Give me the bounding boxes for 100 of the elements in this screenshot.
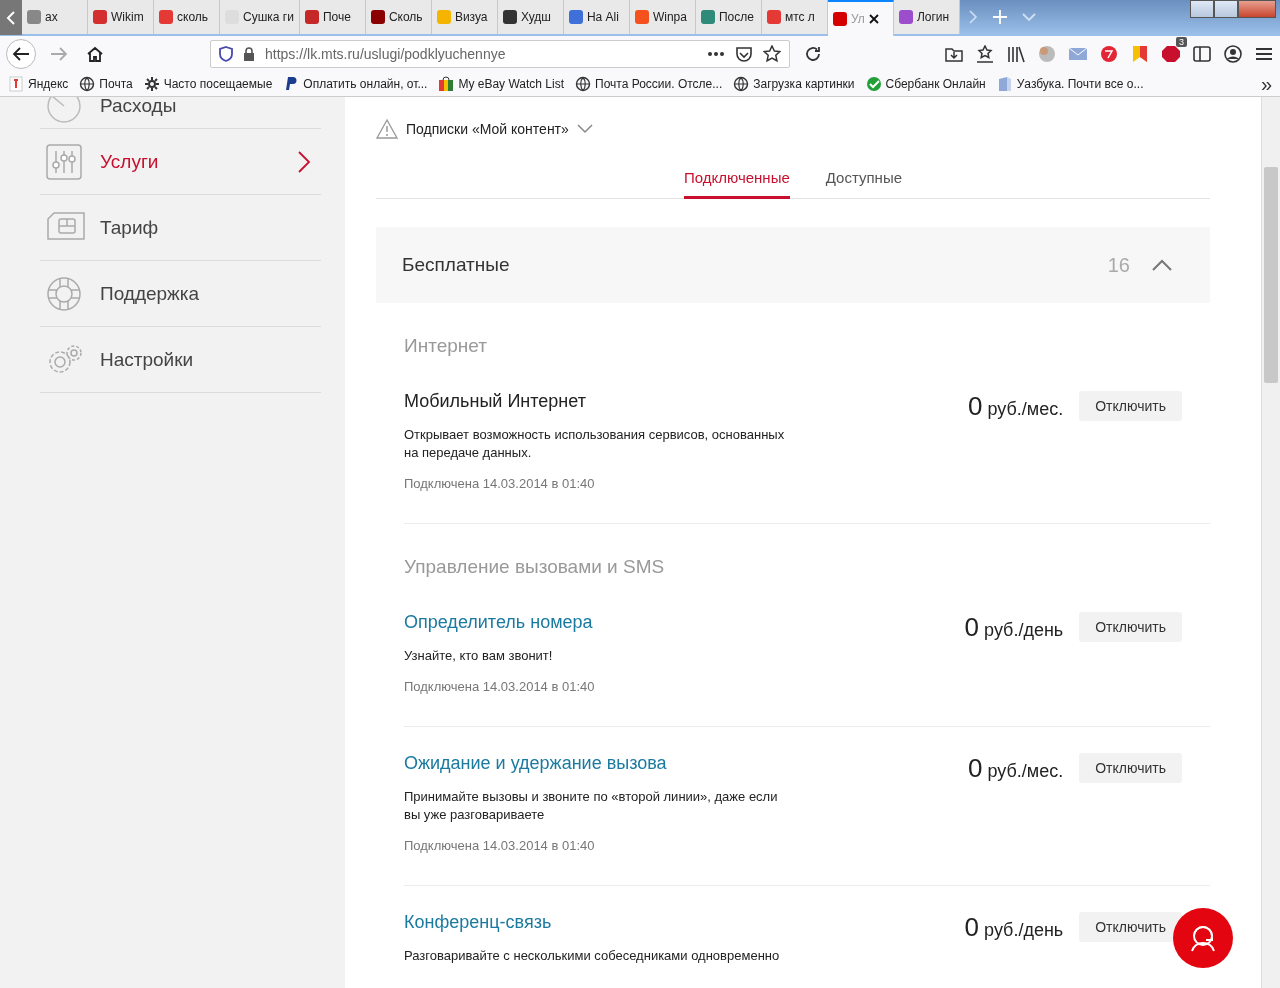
tab[interactable]: Подключенные [683, 169, 790, 199]
service-description: Узнайте, кто вам звонит! [404, 647, 554, 665]
tab-title: Визуа [454, 10, 488, 24]
notification-badge: 3 [1176, 37, 1187, 47]
pocket-icon [735, 46, 753, 62]
shopping-bag-icon [438, 76, 455, 92]
browser-tab[interactable]: Сколь [365, 0, 432, 34]
more-bookmarks-button[interactable]: » [1260, 74, 1272, 94]
tab-title: После [718, 10, 754, 24]
bookmark-link[interactable]: Часто посещаемые [143, 76, 273, 92]
tab-title: На Ali [586, 10, 619, 24]
browser-tab[interactable]: Wikim [88, 0, 154, 34]
bookmark-link[interactable]: Оплатить онлайн, от... [283, 76, 428, 92]
download-folder-icon [944, 45, 964, 63]
price: 0 руб./день [964, 612, 1064, 643]
service-description: Открывает возможность использования сервисов, основанных на передаче данных. [404, 426, 786, 462]
service-link[interactable]: Определитель номера [404, 612, 794, 633]
extension-icon [1099, 45, 1119, 63]
bookmark-link[interactable]: Уазбука. Почти все о... [996, 76, 1144, 92]
tab-title: Сушка ги [243, 10, 294, 24]
chevron-left-icon [6, 10, 16, 25]
bookmark-link[interactable]: Почта [79, 76, 133, 92]
chevron-right-icon [297, 149, 311, 174]
section-header[interactable]: Бесплатные 16 [376, 227, 1210, 303]
disable-button[interactable]: Отключить [1079, 912, 1182, 942]
service-name: Мобильный Интернет [404, 391, 587, 412]
browser-tab[interactable]: После [695, 0, 762, 34]
bookmark-link[interactable]: Сбербанк Онлайн [865, 76, 986, 92]
browser-tab[interactable]: сколь [154, 0, 220, 34]
tab-title: ах [45, 10, 58, 24]
disable-button[interactable]: Отключить [1079, 753, 1182, 783]
tab-title: Поче [322, 10, 351, 24]
tab[interactable]: Доступные [825, 169, 903, 199]
browser-tab[interactable]: Поче [299, 0, 366, 34]
scrollbar-thumb[interactable] [1264, 167, 1278, 383]
sidebar-item[interactable]: Настройки [40, 327, 321, 393]
bookmark-link[interactable]: Загрузка картинки [733, 76, 855, 92]
chevron-down-icon [576, 124, 593, 134]
globe-icon [79, 76, 96, 92]
browser-tab[interactable]: Winpa [629, 0, 696, 34]
service-link[interactable]: Ожидание и удержание вызова [404, 753, 794, 774]
url-text: https://lk.mts.ru/uslugi/podklyuchennye [265, 46, 506, 62]
bookmark-flag-icon [1130, 45, 1150, 63]
close-window-button[interactable] [1238, 0, 1276, 18]
sidebar-item[interactable]: Поддержка [40, 261, 321, 327]
browser-tab[interactable]: Визуа [431, 0, 498, 34]
plus-icon [991, 9, 1008, 25]
tab-title: Ул [850, 12, 865, 26]
sidebar-icon [1192, 45, 1212, 63]
back-button[interactable] [6, 39, 36, 69]
lock-icon [243, 47, 255, 61]
sidebar-item[interactable]: Расходы [40, 97, 321, 129]
globe-icon [1037, 45, 1057, 63]
tab-title: Winpa [652, 10, 687, 24]
home-icon [86, 46, 104, 62]
tab-title: Худш [520, 10, 551, 24]
connection-date: Подключена 14.03.2014 в 01:40 [404, 476, 596, 491]
disable-button[interactable]: Отключить [1079, 391, 1182, 421]
maximize-button[interactable] [1214, 0, 1238, 18]
service-description: Разговаривайте с несколькими собеседниками одновременно [404, 947, 781, 965]
sidebar-item[interactable]: Услуги [40, 129, 321, 195]
document-icon [996, 76, 1013, 92]
browser-tab[interactable]: Логин [893, 0, 960, 34]
scrollbar[interactable] [1261, 97, 1280, 988]
bookmark-link[interactable]: Яндекс [8, 76, 69, 92]
subscriptions-dropdown[interactable]: Подписки «Мой контент» [376, 119, 1210, 139]
service-description: Принимайте вызовы и звоните по «второй линии», даже если вы уже разговариваете [404, 788, 779, 824]
gear-icon [143, 76, 160, 92]
chat-button[interactable] [1173, 908, 1233, 968]
price: 0 руб./день [964, 912, 1064, 943]
price: 0 руб./мес. [968, 391, 1064, 422]
close-tab-button[interactable] [868, 14, 879, 24]
address-bar[interactable]: https://lk.mts.ru/uslugi/podklyuchennye [210, 40, 790, 68]
library-icon [1006, 45, 1026, 63]
browser-tab[interactable]: ах [22, 0, 88, 34]
group-heading: Управление вызовами и SMS [404, 556, 666, 578]
tab-title: Сколь [388, 10, 423, 24]
bookmark-link[interactable]: My eBay Watch List [438, 76, 564, 92]
service-link[interactable]: Конференц-связь [404, 912, 794, 933]
price: 0 руб./мес. [968, 753, 1064, 784]
bookmark-link[interactable]: Почта России. Отсле... [575, 76, 723, 92]
account-icon [1223, 45, 1243, 63]
yandex-icon [8, 76, 24, 92]
browser-tab[interactable]: На Ali [563, 0, 630, 34]
disable-button[interactable]: Отключить [1079, 612, 1182, 642]
arrow-right-icon [50, 46, 68, 62]
reload-icon [804, 45, 822, 63]
browser-tab[interactable]: Худш [497, 0, 564, 34]
minimize-button[interactable] [1190, 0, 1214, 18]
star-icon [763, 45, 781, 63]
sidebar-item[interactable]: Тариф [40, 195, 321, 261]
scroll-tabs-left-button[interactable] [0, 0, 22, 35]
adblock-icon [1161, 45, 1181, 63]
browser-tab[interactable]: мтс л [761, 0, 828, 34]
more-icon [707, 51, 725, 57]
chevron-right-icon [967, 10, 978, 24]
group-heading: Интернет [404, 335, 488, 357]
browser-tab[interactable]: Сушка ги [220, 0, 300, 34]
shield-icon [219, 46, 233, 62]
warning-icon [376, 119, 398, 139]
